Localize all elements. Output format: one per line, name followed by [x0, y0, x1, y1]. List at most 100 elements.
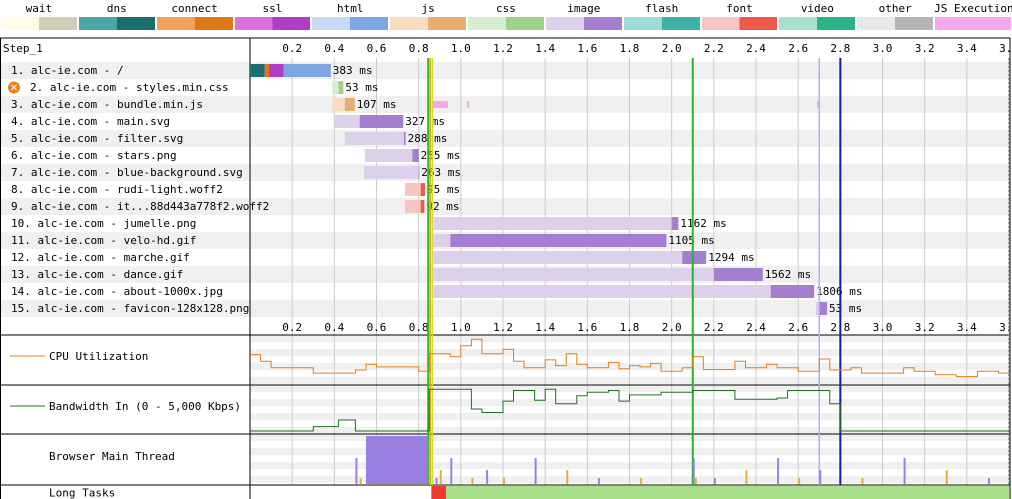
main-thread-spike	[777, 458, 780, 484]
tick-label: 1.4	[535, 321, 555, 334]
tick-label: 1.2	[493, 321, 513, 334]
tick-label: 1.6	[577, 321, 597, 334]
request-duration: 383 ms	[333, 64, 373, 77]
request-bar-wait	[344, 132, 404, 145]
waterfall-chart: Step_1 0.2 0.2 0.4 0.4 0.6 0.6 0.8 0.8 1.0 1.0 1.2 1…	[0, 37, 1012, 499]
tick-label: 2.4	[746, 42, 766, 55]
main-thread-spike	[640, 478, 643, 484]
main-thread-spike	[486, 470, 489, 484]
request-label[interactable]: 11. alc-ie.com - velo-hd.gif	[11, 234, 196, 247]
request-bar-recv	[338, 81, 344, 94]
request-bar-recv	[420, 200, 425, 213]
request-label[interactable]: 10. alc-ie.com - jumelle.png	[11, 217, 196, 230]
request-label[interactable]: 5. alc-ie.com - filter.svg	[11, 132, 183, 145]
main-thread-spike	[745, 470, 748, 484]
request-duration: 1162 ms	[680, 217, 726, 230]
request-duration: 53 ms	[829, 302, 862, 315]
tick-label: 3.0	[873, 42, 893, 55]
request-duration: 1562 ms	[765, 268, 811, 281]
main-thread-spike	[566, 470, 569, 484]
main-thread-spike	[597, 478, 600, 484]
tick-label: 1.0	[451, 321, 471, 334]
request-bar-wait	[433, 251, 683, 264]
request-bar-recv	[412, 149, 419, 162]
request-label[interactable]: 12. alc-ie.com - marche.gif	[11, 251, 190, 264]
request-bar-connect	[264, 64, 269, 77]
request-bar-recv	[819, 302, 828, 315]
request-bar-recv	[420, 183, 425, 196]
tick-label: 2.0	[662, 42, 682, 55]
request-label[interactable]: 13. alc-ie.com - dance.gif	[11, 268, 183, 281]
request-duration: 92 ms	[426, 200, 459, 213]
main-thread-label: Browser Main Thread	[49, 450, 175, 463]
tick-label: 0.2	[282, 42, 302, 55]
tick-label: 3.0	[873, 321, 893, 334]
js-execution-mark	[467, 101, 470, 108]
request-bar-wait	[334, 115, 360, 128]
long-tasks-label: Long Tasks	[49, 487, 115, 499]
request-bar-wait	[404, 200, 421, 213]
tick-label: 3.4	[957, 42, 977, 55]
request-bar-ssl	[268, 64, 284, 77]
tick-label: 0.4	[324, 321, 344, 334]
request-bar-recv	[403, 132, 406, 145]
request-bar-wait	[433, 234, 451, 247]
tick-label: 1.0	[451, 42, 471, 55]
request-bar-recv	[359, 115, 404, 128]
long-task-long	[431, 486, 447, 499]
tick-label: 0.2	[282, 321, 302, 334]
request-label[interactable]: 15. alc-ie.com - favicon-128x128.png	[11, 302, 249, 315]
bandwidth-label: Bandwidth In (0 - 5,000 Kbps)	[49, 400, 241, 413]
tick-label: 0.8	[409, 321, 429, 334]
main-thread-spike	[903, 458, 906, 484]
request-duration: 327 ms	[405, 115, 445, 128]
main-thread-spike	[987, 478, 990, 484]
request-label[interactable]: 14. alc-ie.com - about-1000x.jpg	[11, 285, 223, 298]
cpu-label: CPU Utilization	[49, 350, 148, 363]
request-label[interactable]: 3. alc-ie.com - bundle.min.js	[11, 98, 203, 111]
request-duration: 1294 ms	[708, 251, 754, 264]
step-label: Step_1	[3, 42, 43, 55]
tick-label: 1.4	[535, 42, 555, 55]
tick-label: 3.2	[915, 321, 935, 334]
main-thread-spike	[692, 458, 695, 484]
request-bar-recv	[671, 217, 679, 230]
tick-label: 0.6	[367, 42, 387, 55]
request-label[interactable]: 2. alc-ie.com - styles.min.css	[30, 81, 229, 94]
main-thread-block	[365, 436, 428, 484]
request-bar-wait	[404, 183, 421, 196]
main-thread-spike	[694, 478, 697, 484]
main-thread-spike	[450, 458, 453, 484]
tick-label: 2.0	[662, 321, 682, 334]
tick-label: 2.2	[704, 42, 724, 55]
request-label[interactable]: 7. alc-ie.com - blue-background.svg	[11, 166, 243, 179]
tick-label: 2.6	[788, 321, 808, 334]
request-label[interactable]: 6. alc-ie.com - stars.png	[11, 149, 177, 162]
tick-label: 3.2	[915, 42, 935, 55]
main-thread-spike	[439, 470, 442, 484]
request-duration: 53 ms	[345, 81, 378, 94]
request-bar-recv	[450, 234, 667, 247]
request-duration: 1105 ms	[668, 234, 714, 247]
main-thread-spike	[945, 470, 948, 484]
tick-label: 3.6	[999, 42, 1012, 55]
main-thread-spike	[435, 478, 438, 484]
request-label[interactable]: 4. alc-ie.com - main.svg	[11, 115, 170, 128]
tick-label: 0.8	[409, 42, 429, 55]
tick-label: 3.4	[957, 321, 977, 334]
request-duration: 255 ms	[421, 149, 461, 162]
row-stripe	[0, 62, 1010, 79]
request-bar-recv	[682, 251, 707, 264]
request-label[interactable]: 9. alc-ie.com - it...88d443a778f2.woff2	[11, 200, 269, 213]
main-thread-spike	[503, 478, 505, 484]
main-thread-spike	[534, 458, 537, 484]
main-thread-spike	[359, 478, 362, 484]
js-execution-mark	[432, 101, 449, 108]
request-bar-wait	[332, 98, 345, 111]
request-bar-recv	[344, 98, 355, 111]
request-bar-recv	[418, 166, 420, 179]
request-label[interactable]: 1. alc-ie.com - /	[11, 64, 124, 77]
tick-label: 2.4	[746, 321, 766, 334]
request-label[interactable]: 8. alc-ie.com - rudi-light.woff2	[11, 183, 223, 196]
request-duration: 107 ms	[357, 98, 397, 111]
